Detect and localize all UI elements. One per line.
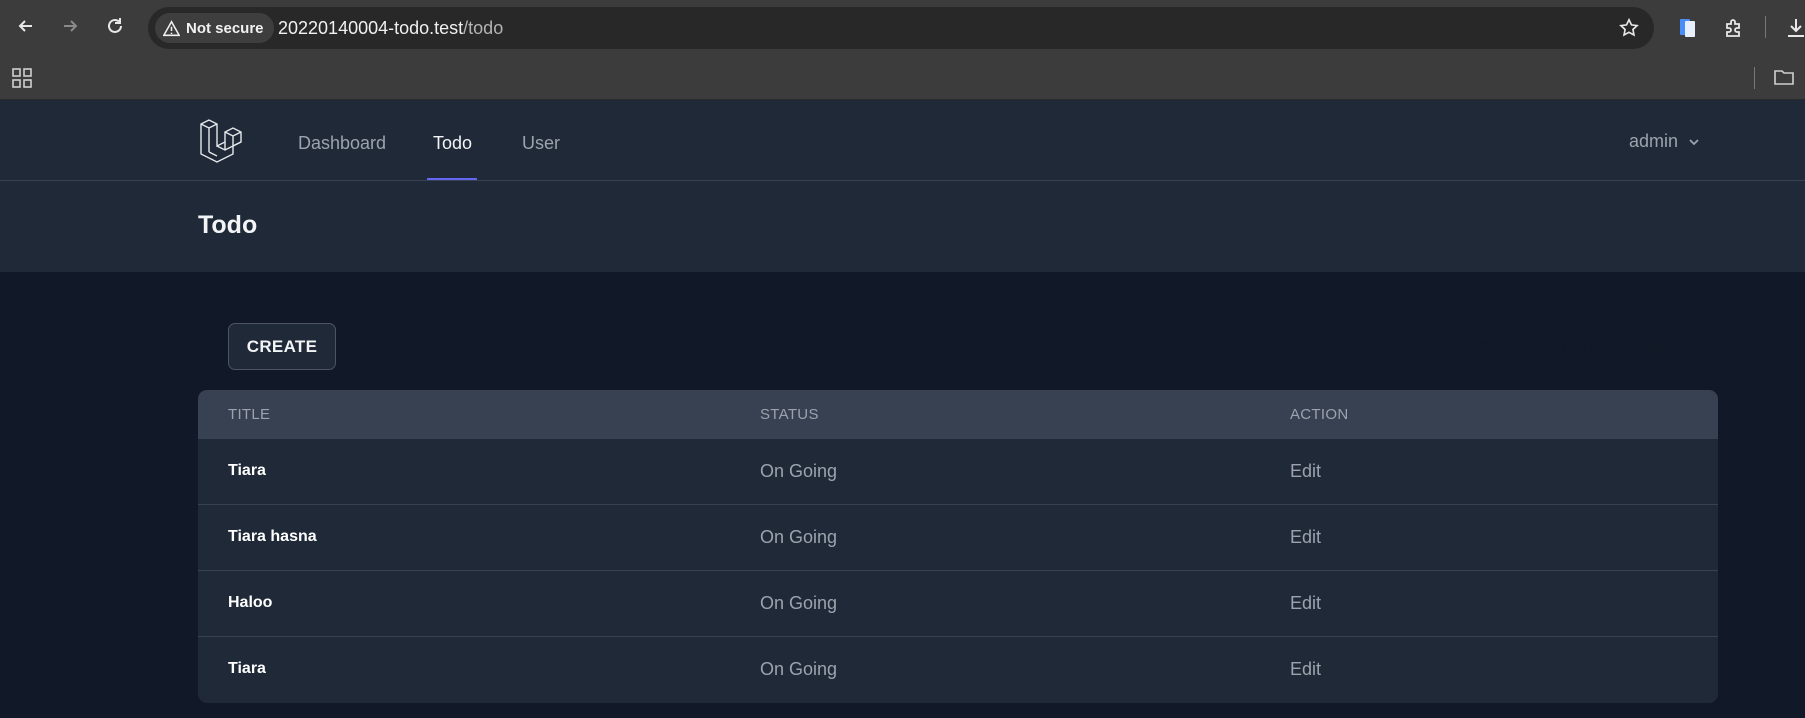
- table-row: Tiara hasna On Going Edit: [198, 505, 1718, 571]
- page-title: Todo: [198, 211, 258, 239]
- column-header-status: STATUS: [760, 406, 819, 423]
- nav-link-user[interactable]: User: [522, 133, 560, 154]
- address-bar[interactable]: Not secure 20220140004-todo.test/todo: [148, 7, 1654, 49]
- todo-title: Tiara hasna: [228, 528, 317, 545]
- todo-status: On Going: [760, 593, 838, 613]
- todo-title: Haloo: [228, 594, 273, 611]
- column-header-action: ACTION: [1290, 406, 1349, 423]
- chevron-down-icon: [1689, 138, 1699, 145]
- toolbar-divider: [1765, 16, 1766, 38]
- apps-grid-icon[interactable]: [11, 67, 33, 89]
- table-header: TITLE STATUS ACTION: [198, 390, 1718, 439]
- arrow-left-icon: [18, 20, 32, 32]
- security-label: Not secure: [186, 19, 264, 37]
- active-nav-indicator: [427, 178, 477, 180]
- reload-icon: [108, 18, 122, 33]
- todo-table: TITLE STATUS ACTION Tiara On Going Edit …: [198, 390, 1718, 703]
- user-dropdown[interactable]: admin: [1629, 131, 1702, 152]
- puzzle-icon[interactable]: [1722, 16, 1746, 40]
- nav-link-dashboard[interactable]: Dashboard: [298, 133, 386, 154]
- bookmarks-bar: [0, 56, 1805, 100]
- edit-link[interactable]: Edit: [1290, 527, 1321, 548]
- todo-status: On Going: [760, 527, 838, 547]
- edit-link[interactable]: Edit: [1290, 659, 1321, 680]
- table-row: Haloo On Going Edit: [198, 571, 1718, 637]
- todo-title: Tiara: [228, 660, 266, 677]
- app-navbar: [0, 100, 1805, 181]
- warning-icon: [163, 19, 180, 36]
- arrow-right-icon: [64, 20, 78, 32]
- laravel-logo-icon[interactable]: [198, 118, 244, 164]
- user-name: admin: [1629, 131, 1679, 151]
- nav-link-todo[interactable]: Todo: [433, 133, 472, 154]
- back-button[interactable]: [10, 10, 42, 42]
- folder-icon[interactable]: [1773, 66, 1795, 88]
- todo-status: On Going: [760, 461, 838, 481]
- download-icon[interactable]: [1784, 16, 1805, 40]
- forward-button[interactable]: [54, 10, 86, 42]
- todo-title: Tiara: [228, 462, 266, 479]
- browser-toolbar: Not secure 20220140004-todo.test/todo: [0, 0, 1805, 56]
- edit-link[interactable]: Edit: [1290, 593, 1321, 614]
- bookmarks-divider: [1754, 67, 1755, 89]
- url-path: /todo: [463, 18, 504, 38]
- table-row: Tiara On Going Edit: [198, 637, 1718, 703]
- todo-status: On Going: [760, 659, 838, 679]
- column-header-title: TITLE: [228, 406, 271, 423]
- table-row: Tiara On Going Edit: [198, 439, 1718, 505]
- url-text[interactable]: 20220140004-todo.test/todo: [278, 18, 503, 39]
- bookmark-star-icon[interactable]: [1618, 17, 1640, 39]
- create-button[interactable]: CREATE: [228, 323, 336, 370]
- edit-link[interactable]: Edit: [1290, 461, 1321, 482]
- extension-icon[interactable]: [1676, 16, 1700, 40]
- security-indicator[interactable]: Not secure: [155, 13, 274, 43]
- reload-button[interactable]: [99, 10, 131, 42]
- url-host: 20220140004-todo.test: [278, 18, 464, 38]
- page-header: [0, 181, 1805, 272]
- flash-message: Todo Created Successfully: [1458, 336, 1672, 356]
